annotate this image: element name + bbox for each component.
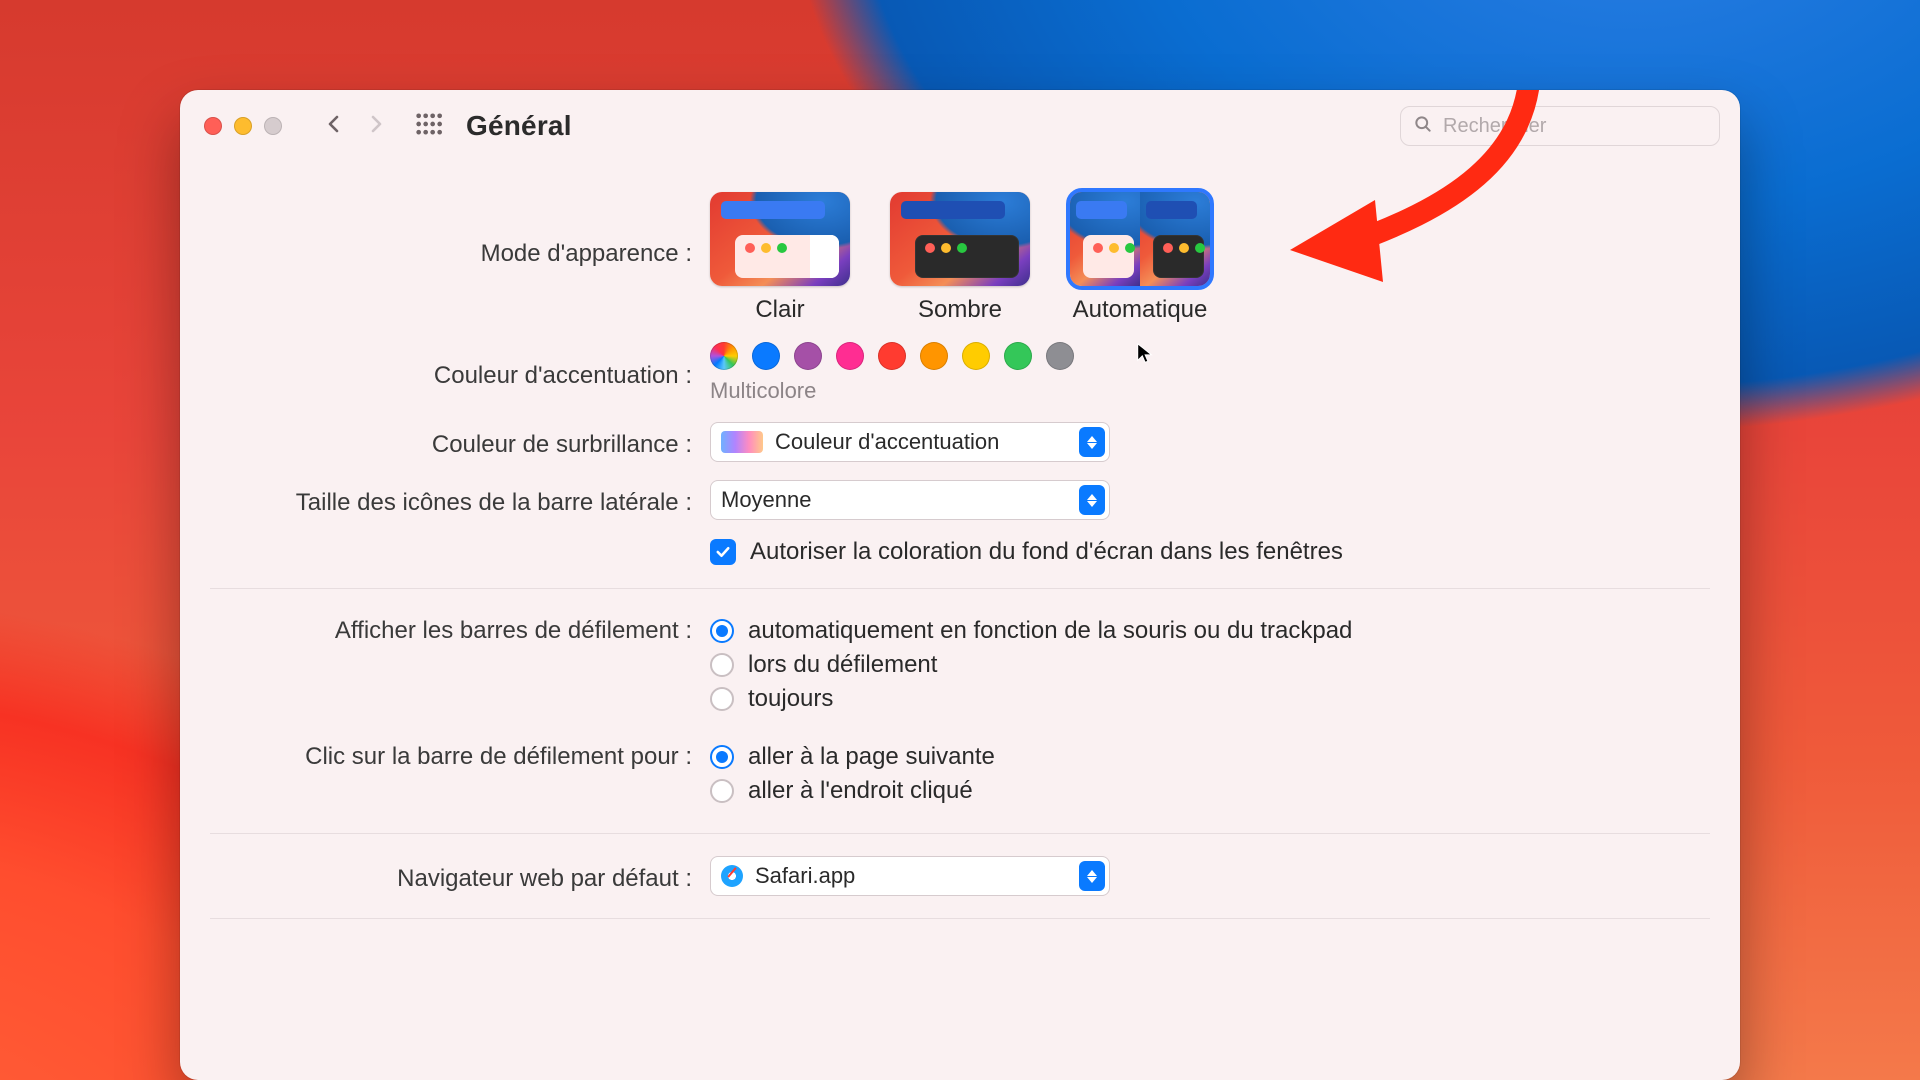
row-scrollclick: Clic sur la barre de défilement pour : a… <box>210 737 1710 811</box>
wallpaper-tint-label: Autoriser la coloration du fond d'écran … <box>750 538 1343 566</box>
scrollbars-option-scrolling[interactable]: lors du défilement <box>710 651 1710 679</box>
label-default-browser: Navigateur web par défaut : <box>210 859 710 893</box>
section-divider <box>210 918 1710 919</box>
accent-swatch-orange[interactable] <box>920 342 948 370</box>
select-stepper-icon <box>1079 485 1105 515</box>
minimize-icon[interactable] <box>234 117 252 135</box>
highlight-swatch-icon <box>721 431 763 453</box>
scrollbars-option-label: automatiquement en fonction de la souris… <box>748 617 1352 645</box>
forward-button[interactable] <box>364 112 388 141</box>
radio-icon <box>710 687 734 711</box>
highlight-select[interactable]: Couleur d'accentuation <box>710 422 1110 462</box>
scrollbars-option-always[interactable]: toujours <box>710 685 1710 713</box>
search-input[interactable] <box>1443 115 1708 138</box>
close-icon[interactable] <box>204 117 222 135</box>
scrollbars-option-auto[interactable]: automatiquement en fonction de la souris… <box>710 617 1710 645</box>
preferences-content: Mode d'apparence : Clair <box>180 162 1740 919</box>
toolbar-nav <box>322 112 388 141</box>
highlight-select-value: Couleur d'accentuation <box>775 429 999 455</box>
scrollbars-option-label: toujours <box>748 685 833 713</box>
scrollclick-option-next[interactable]: aller à la page suivante <box>710 743 1710 771</box>
label-sidebar-size: Taille des icônes de la barre latérale : <box>210 483 710 517</box>
label-appearance: Mode d'apparence : <box>210 192 710 268</box>
accent-swatch-gray[interactable] <box>1046 342 1074 370</box>
back-button[interactable] <box>322 112 346 141</box>
search-icon <box>1413 114 1433 139</box>
window-traffic-lights <box>204 117 282 135</box>
sidebar-size-select[interactable]: Moyenne <box>710 480 1110 520</box>
row-appearance: Mode d'apparence : Clair <box>210 192 1710 324</box>
radio-icon <box>710 779 734 803</box>
appearance-option-label: Automatique <box>1070 296 1210 324</box>
radio-selected-icon <box>710 619 734 643</box>
appearance-option-dark[interactable]: Sombre <box>890 192 1030 324</box>
window-title: Général <box>466 110 572 142</box>
accent-swatch-purple[interactable] <box>794 342 822 370</box>
section-divider <box>210 833 1710 834</box>
safari-icon <box>721 865 743 887</box>
scrollclick-radios: aller à la page suivante aller à l'endro… <box>710 737 1710 811</box>
scrollbars-option-label: lors du défilement <box>748 651 937 679</box>
default-browser-value: Safari.app <box>755 863 855 889</box>
zoom-icon[interactable] <box>264 117 282 135</box>
section-divider <box>210 588 1710 589</box>
scrollclick-option-label: aller à l'endroit cliqué <box>748 777 973 805</box>
label-scrollbars: Afficher les barres de défilement : <box>210 611 710 645</box>
preferences-window: Général Mode d'apparence : Clair <box>180 90 1740 1080</box>
row-wallpaper-tint: Autoriser la coloration du fond d'écran … <box>210 538 1710 566</box>
accent-swatch-multicolor[interactable] <box>710 342 738 370</box>
cursor-icon <box>1135 342 1157 364</box>
appearance-option-auto[interactable]: Automatique <box>1070 192 1210 324</box>
label-highlight: Couleur de surbrillance : <box>210 425 710 459</box>
accent-swatch-pink[interactable] <box>836 342 864 370</box>
accent-swatches <box>710 342 1710 370</box>
accent-swatch-blue[interactable] <box>752 342 780 370</box>
show-all-button[interactable] <box>414 110 442 143</box>
checkbox-checked-icon <box>710 539 736 565</box>
row-sidebar-size: Taille des icônes de la barre latérale :… <box>210 480 1710 520</box>
row-highlight: Couleur de surbrillance : Couleur d'acce… <box>210 422 1710 462</box>
window-toolbar: Général <box>180 90 1740 162</box>
select-stepper-icon <box>1079 427 1105 457</box>
sidebar-size-select-value: Moyenne <box>721 487 812 513</box>
accent-swatch-red[interactable] <box>878 342 906 370</box>
search-field[interactable] <box>1400 106 1720 146</box>
select-stepper-icon <box>1079 861 1105 891</box>
label-accent: Couleur d'accentuation : <box>210 356 710 390</box>
accent-selected-label: Multicolore <box>710 378 1710 404</box>
accent-swatch-yellow[interactable] <box>962 342 990 370</box>
row-accent: Couleur d'accentuation : Multicolore <box>210 342 1710 404</box>
radio-icon <box>710 653 734 677</box>
scrollclick-option-jump[interactable]: aller à l'endroit cliqué <box>710 777 1710 805</box>
appearance-tiles: Clair Sombre Autom <box>710 192 1710 324</box>
row-scrollbars: Afficher les barres de défilement : auto… <box>210 611 1710 719</box>
accent-swatch-green[interactable] <box>1004 342 1032 370</box>
scrollbars-radios: automatiquement en fonction de la souris… <box>710 611 1710 719</box>
scrollclick-option-label: aller à la page suivante <box>748 743 995 771</box>
appearance-option-light[interactable]: Clair <box>710 192 850 324</box>
appearance-option-label: Sombre <box>890 296 1030 324</box>
appearance-option-label: Clair <box>710 296 850 324</box>
radio-selected-icon <box>710 745 734 769</box>
row-default-browser: Navigateur web par défaut : Safari.app <box>210 856 1710 896</box>
default-browser-select[interactable]: Safari.app <box>710 856 1110 896</box>
wallpaper-tint-checkbox[interactable]: Autoriser la coloration du fond d'écran … <box>710 538 1710 566</box>
label-scrollclick: Clic sur la barre de défilement pour : <box>210 737 710 771</box>
